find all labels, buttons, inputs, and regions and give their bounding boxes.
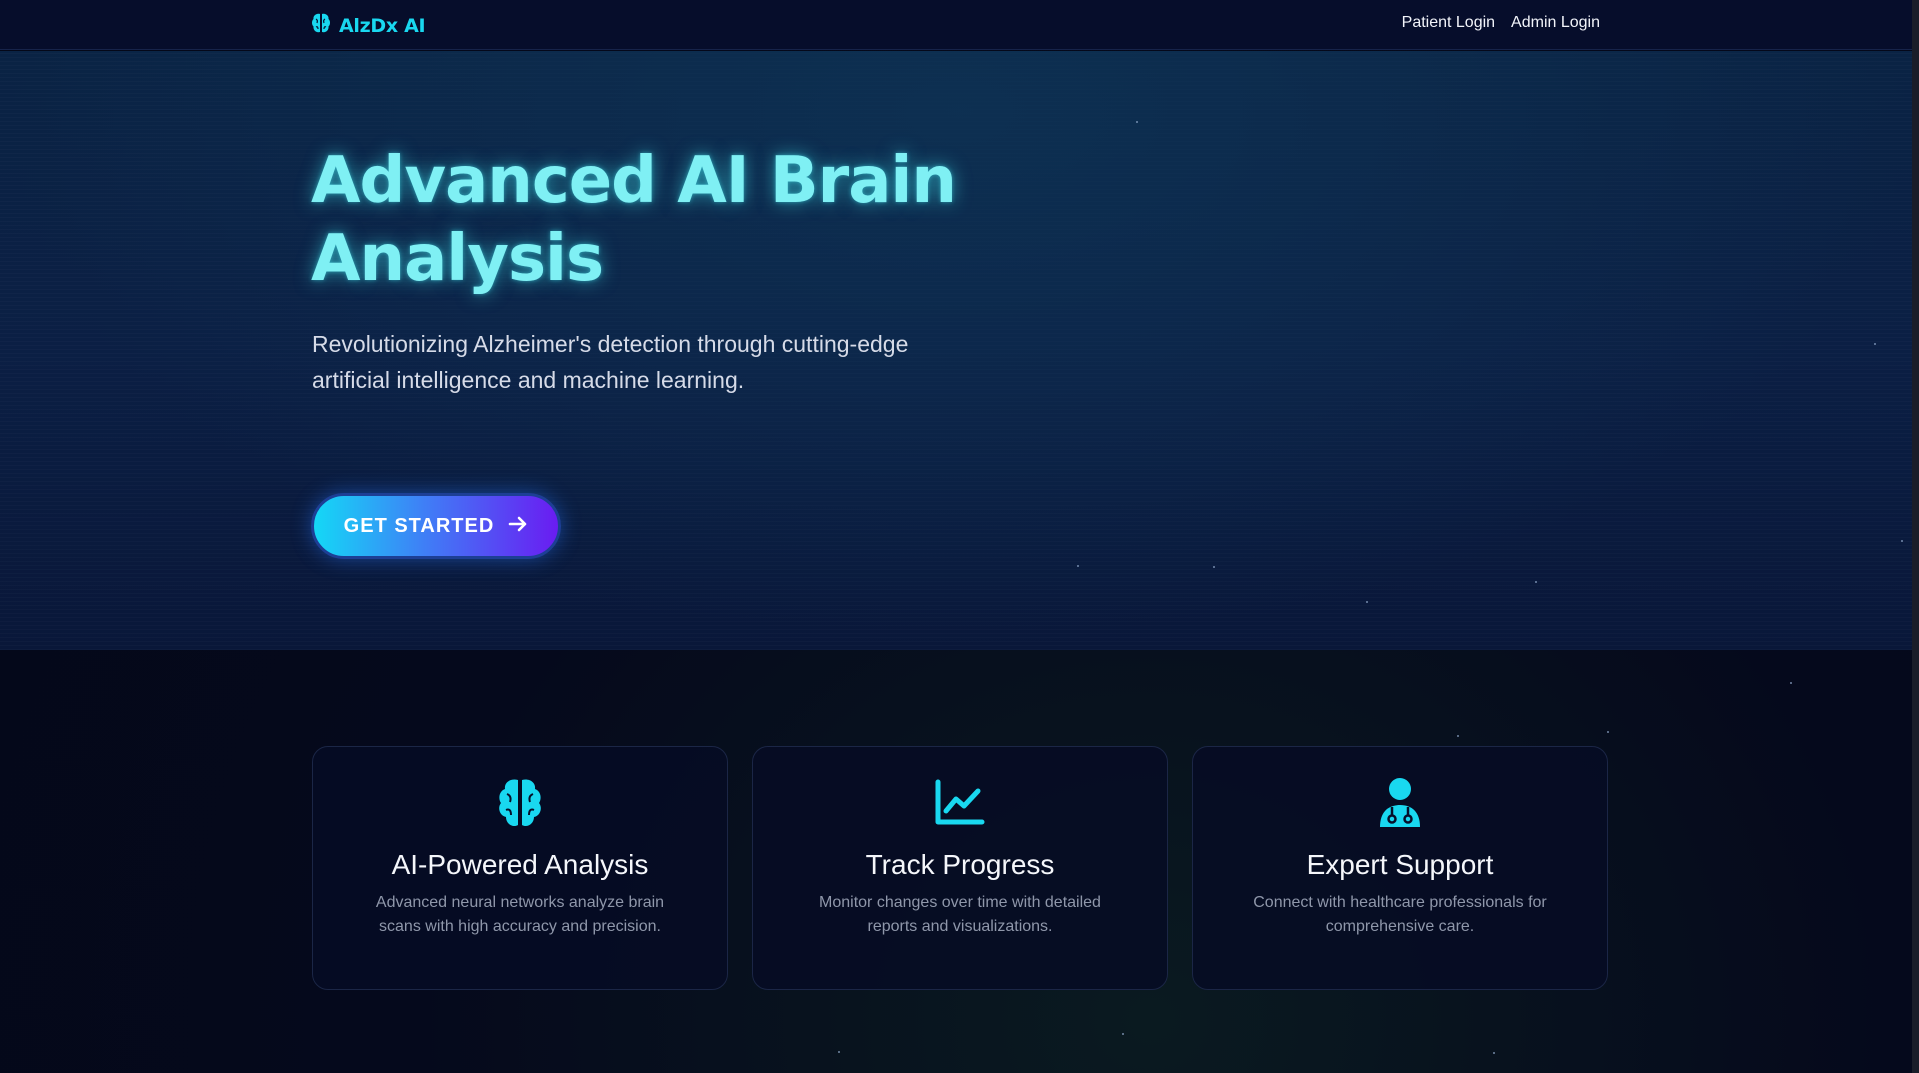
brand-name: AlzDx AI	[339, 14, 426, 37]
get-started-button[interactable]: GET STARTED	[311, 493, 561, 559]
hero-title: Advanced AI Brain Analysis	[311, 144, 957, 296]
hero-subtitle: Revolutionizing Alzheimer's detection th…	[312, 331, 909, 393]
star-decoration	[1607, 731, 1609, 733]
page: AlzDx AI Patient Login Admin Login Advan…	[0, 0, 1919, 1073]
feature-title: AI-Powered Analysis	[391, 849, 649, 880]
patient-login-link[interactable]: Patient Login	[1402, 14, 1495, 32]
star-decoration	[1122, 1033, 1124, 1035]
star-decoration	[1535, 581, 1537, 583]
line-chart-icon	[934, 777, 986, 829]
feature-card-ai-analysis: AI-Powered Analysis Advanced neural netw…	[312, 746, 728, 990]
feature-description: Connect with healthcare professionals fo…	[1253, 894, 1547, 935]
arrow-right-icon	[508, 515, 528, 538]
doctor-icon	[1377, 777, 1423, 829]
brand-logo[interactable]: AlzDx AI	[311, 12, 426, 39]
feature-title: Expert Support	[1306, 849, 1494, 880]
navbar: AlzDx AI Patient Login Admin Login	[0, 0, 1919, 50]
star-decoration	[1366, 601, 1368, 603]
feature-description: Advanced neural networks analyze brain s…	[375, 894, 665, 935]
feature-card-track-progress: Track Progress Monitor changes over time…	[752, 746, 1168, 990]
star-decoration	[838, 1051, 840, 1053]
star-decoration	[1077, 565, 1079, 567]
star-decoration	[1213, 566, 1215, 568]
star-decoration	[1457, 735, 1459, 737]
brain-icon	[495, 777, 545, 829]
star-decoration	[1901, 540, 1903, 542]
scrollbar-thumb[interactable]	[1912, 0, 1919, 1073]
feature-description: Monitor changes over time with detailed …	[819, 894, 1101, 935]
hero-section: Advanced AI Brain Analysis Revolutionizi…	[0, 51, 1919, 650]
star-decoration	[1136, 121, 1138, 123]
get-started-label: GET STARTED	[343, 514, 495, 537]
feature-title: Track Progress	[865, 849, 1055, 880]
star-decoration	[1493, 1052, 1495, 1054]
brain-icon	[311, 12, 331, 39]
admin-login-link[interactable]: Admin Login	[1511, 14, 1600, 32]
star-decoration	[1790, 682, 1792, 684]
vertical-scrollbar[interactable]	[1912, 0, 1919, 1073]
feature-card-expert-support: Expert Support Connect with healthcare p…	[1192, 746, 1608, 990]
nav-links: Patient Login Admin Login	[1402, 14, 1600, 32]
star-decoration	[1874, 343, 1876, 345]
